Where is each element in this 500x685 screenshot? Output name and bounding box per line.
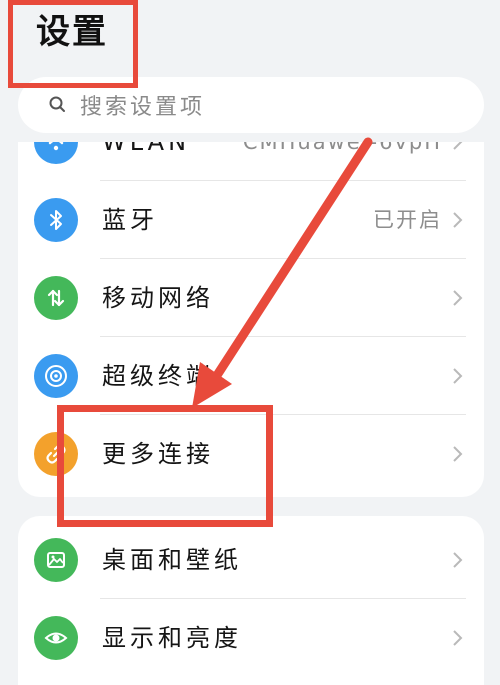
bluetooth-icon	[34, 198, 78, 242]
display-card: 桌面和壁纸 显示和亮度	[18, 516, 484, 685]
settings-item-super-device[interactable]: 超级终端	[18, 337, 484, 415]
wallpaper-icon	[34, 538, 78, 582]
search-input[interactable]: 搜索设置项	[80, 89, 205, 121]
settings-item-label: 显示和亮度	[102, 624, 242, 652]
settings-item-value: CMHuawei-6vpH	[242, 142, 442, 154]
chevron-right-icon	[453, 630, 463, 646]
wifi-icon	[34, 142, 78, 164]
mobile-data-icon	[34, 276, 78, 320]
chevron-right-icon	[453, 446, 463, 462]
settings-item-label: 蓝牙	[102, 206, 158, 234]
settings-item-label: 超级终端	[102, 362, 214, 390]
highlight-box-title	[8, 0, 138, 88]
highlight-box-more-connections	[57, 405, 273, 527]
settings-item-label: 桌面和壁纸	[102, 546, 242, 574]
eye-icon	[34, 616, 78, 660]
settings-item-label: WLAN	[102, 142, 191, 156]
chevron-right-icon	[453, 290, 463, 306]
chevron-right-icon	[453, 552, 463, 568]
settings-item-wallpaper[interactable]: 桌面和壁纸	[18, 521, 484, 599]
search-icon	[48, 93, 72, 117]
chevron-right-icon	[453, 142, 463, 150]
chevron-right-icon	[453, 368, 463, 384]
chevron-right-icon	[453, 212, 463, 228]
super-device-icon	[34, 354, 78, 398]
settings-item-label: 移动网络	[102, 284, 214, 312]
settings-item-value: 已开启	[373, 208, 442, 232]
settings-item-bluetooth[interactable]: 蓝牙 已开启	[18, 181, 484, 259]
settings-item-display-brightness[interactable]: 显示和亮度	[18, 599, 484, 677]
settings-item-wlan[interactable]: WLAN CMHuawei-6vpH	[18, 142, 484, 181]
settings-item-mobile-network[interactable]: 移动网络	[18, 259, 484, 337]
